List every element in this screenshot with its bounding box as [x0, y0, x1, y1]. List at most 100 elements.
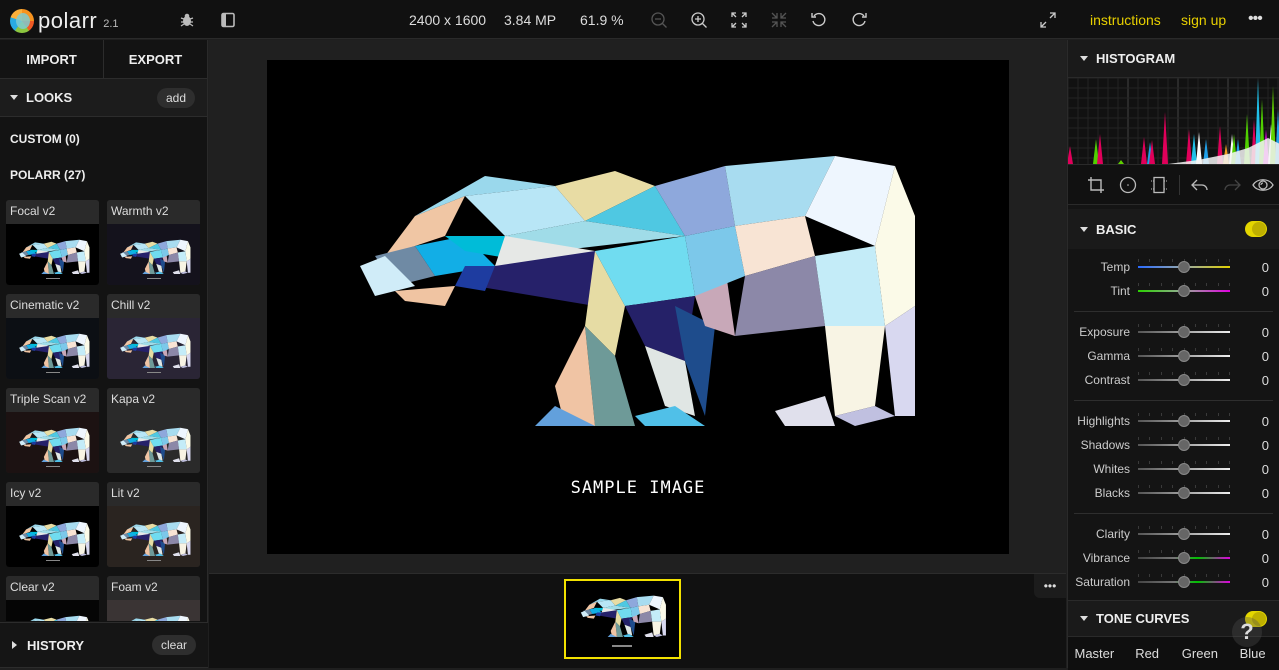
- export-button[interactable]: EXPORT: [103, 40, 207, 78]
- slider-knob[interactable]: [1178, 374, 1190, 386]
- slider-group-divider: [1074, 400, 1273, 401]
- histogram-header[interactable]: HISTOGRAM: [1068, 40, 1279, 77]
- look-preset[interactable]: Cinematic v2: [6, 294, 99, 379]
- look-name: Warmth v2: [107, 200, 200, 224]
- preview-eye-icon[interactable]: [1247, 173, 1279, 197]
- more-menu-button[interactable]: •••: [1248, 10, 1262, 28]
- image-canvas[interactable]: SAMPLE IMAGE: [267, 60, 1009, 554]
- look-thumbnail: [6, 506, 99, 567]
- tab-master[interactable]: Master: [1068, 646, 1121, 661]
- slider-knob[interactable]: [1178, 415, 1190, 427]
- look-preset[interactable]: Foam v2: [107, 576, 200, 621]
- bear-facet: [60, 249, 68, 258]
- slider-track[interactable]: [1138, 266, 1230, 268]
- app-logo[interactable]: polarr 2.1: [10, 8, 119, 34]
- slider-track[interactable]: [1138, 290, 1230, 292]
- slider-track[interactable]: [1138, 492, 1230, 494]
- slider-value: 0: [1262, 349, 1269, 364]
- bear-facet: [179, 261, 187, 272]
- help-button[interactable]: ?: [1232, 617, 1262, 647]
- polar-bear-thumbnail: [18, 236, 90, 274]
- slider-knob[interactable]: [1178, 439, 1190, 451]
- look-preset[interactable]: Warmth v2: [107, 200, 200, 285]
- slider-track[interactable]: [1138, 581, 1230, 583]
- basic-title: BASIC: [1096, 222, 1136, 237]
- slider-value: 0: [1262, 260, 1269, 275]
- looks-header[interactable]: LOOKS add: [0, 79, 207, 117]
- slider-label: Gamma: [1068, 349, 1138, 363]
- slider-knob[interactable]: [1178, 463, 1190, 475]
- slider-track[interactable]: [1138, 533, 1230, 535]
- bear-facet: [54, 459, 63, 462]
- sign-up-link[interactable]: sign up: [1181, 12, 1226, 28]
- filmstrip-more-button[interactable]: •••: [1034, 574, 1066, 598]
- slider-value: 0: [1262, 284, 1269, 299]
- fullscreen-icon[interactable]: [1037, 9, 1059, 31]
- radial-mask-icon[interactable]: [1112, 173, 1144, 197]
- look-preset[interactable]: Triple Scan v2: [6, 388, 99, 473]
- redo-icon[interactable]: [848, 9, 870, 31]
- slider-track[interactable]: [1138, 420, 1230, 422]
- look-preset[interactable]: Lit v2: [107, 482, 200, 567]
- collapse-triangle-icon: [10, 95, 18, 100]
- slider-track[interactable]: [1138, 331, 1230, 333]
- crop-icon[interactable]: [1080, 173, 1112, 197]
- slider-knob[interactable]: [1178, 261, 1190, 273]
- look-preset[interactable]: Clear v2: [6, 576, 99, 621]
- slider-shadows: Shadows 0: [1068, 433, 1279, 457]
- tab-red[interactable]: Red: [1121, 646, 1174, 661]
- slider-saturation: Saturation 0: [1068, 570, 1279, 594]
- bear-facet: [77, 533, 86, 543]
- basic-header[interactable]: BASIC: [1068, 209, 1279, 249]
- slider-knob[interactable]: [1178, 528, 1190, 540]
- import-button[interactable]: IMPORT: [0, 40, 103, 78]
- slider-label: Exposure: [1068, 325, 1138, 339]
- slider-knob[interactable]: [1178, 487, 1190, 499]
- look-name: Kapa v2: [107, 388, 200, 412]
- slider-track[interactable]: [1138, 355, 1230, 357]
- instructions-link[interactable]: instructions: [1090, 12, 1161, 28]
- slider-knob[interactable]: [1178, 326, 1190, 338]
- redo-arrow-icon[interactable]: [1216, 173, 1248, 197]
- zoom-in-icon[interactable]: [688, 9, 710, 31]
- tab-blue[interactable]: Blue: [1226, 646, 1279, 661]
- slider-label: Shadows: [1068, 438, 1138, 452]
- slider-knob[interactable]: [1178, 350, 1190, 362]
- slider-track[interactable]: [1138, 444, 1230, 446]
- basic-sliders: Temp 0Tint 0Exposure 0Gamma 0Contrast 0H…: [1068, 249, 1279, 594]
- look-preset[interactable]: Chill v2: [107, 294, 200, 379]
- bear-facet: [635, 406, 705, 426]
- gradient-mask-icon[interactable]: [1143, 173, 1175, 197]
- custom-looks-group[interactable]: CUSTOM (0): [0, 121, 207, 157]
- filmstrip-thumbnail[interactable]: [564, 579, 681, 659]
- slider-track[interactable]: [1138, 379, 1230, 381]
- fit-screen-icon[interactable]: [728, 9, 750, 31]
- slider-track[interactable]: [1138, 468, 1230, 470]
- undo-arrow-icon[interactable]: [1184, 173, 1216, 197]
- slider-label: Highlights: [1068, 414, 1138, 428]
- polar-bear-thumbnail: [119, 518, 191, 556]
- bug-icon[interactable]: [176, 9, 198, 31]
- basic-enabled-toggle[interactable]: [1245, 221, 1267, 237]
- histogram-spike: [1186, 129, 1192, 164]
- look-preset[interactable]: Focal v2: [6, 200, 99, 285]
- add-look-button[interactable]: add: [157, 88, 195, 108]
- bear-facet: [685, 226, 745, 296]
- tab-green[interactable]: Green: [1174, 646, 1227, 661]
- polarr-looks-group[interactable]: POLARR (27): [0, 157, 207, 193]
- slider-track[interactable]: [1138, 557, 1230, 559]
- sidebar-toggle-icon[interactable]: [217, 9, 239, 31]
- look-preset[interactable]: Kapa v2: [107, 388, 200, 473]
- look-thumbnail: [6, 600, 99, 621]
- actual-size-icon[interactable]: [768, 9, 790, 31]
- history-header[interactable]: HISTORY clear: [0, 622, 208, 668]
- clear-history-button[interactable]: clear: [152, 635, 196, 655]
- slider-knob[interactable]: [1178, 552, 1190, 564]
- slider-knob[interactable]: [1178, 285, 1190, 297]
- look-thumbnail: [107, 318, 200, 379]
- undo-icon[interactable]: [808, 9, 830, 31]
- bear-facet: [78, 449, 86, 460]
- slider-knob[interactable]: [1178, 576, 1190, 588]
- look-preset[interactable]: Icy v2: [6, 482, 99, 567]
- zoom-out-icon[interactable]: [648, 9, 670, 31]
